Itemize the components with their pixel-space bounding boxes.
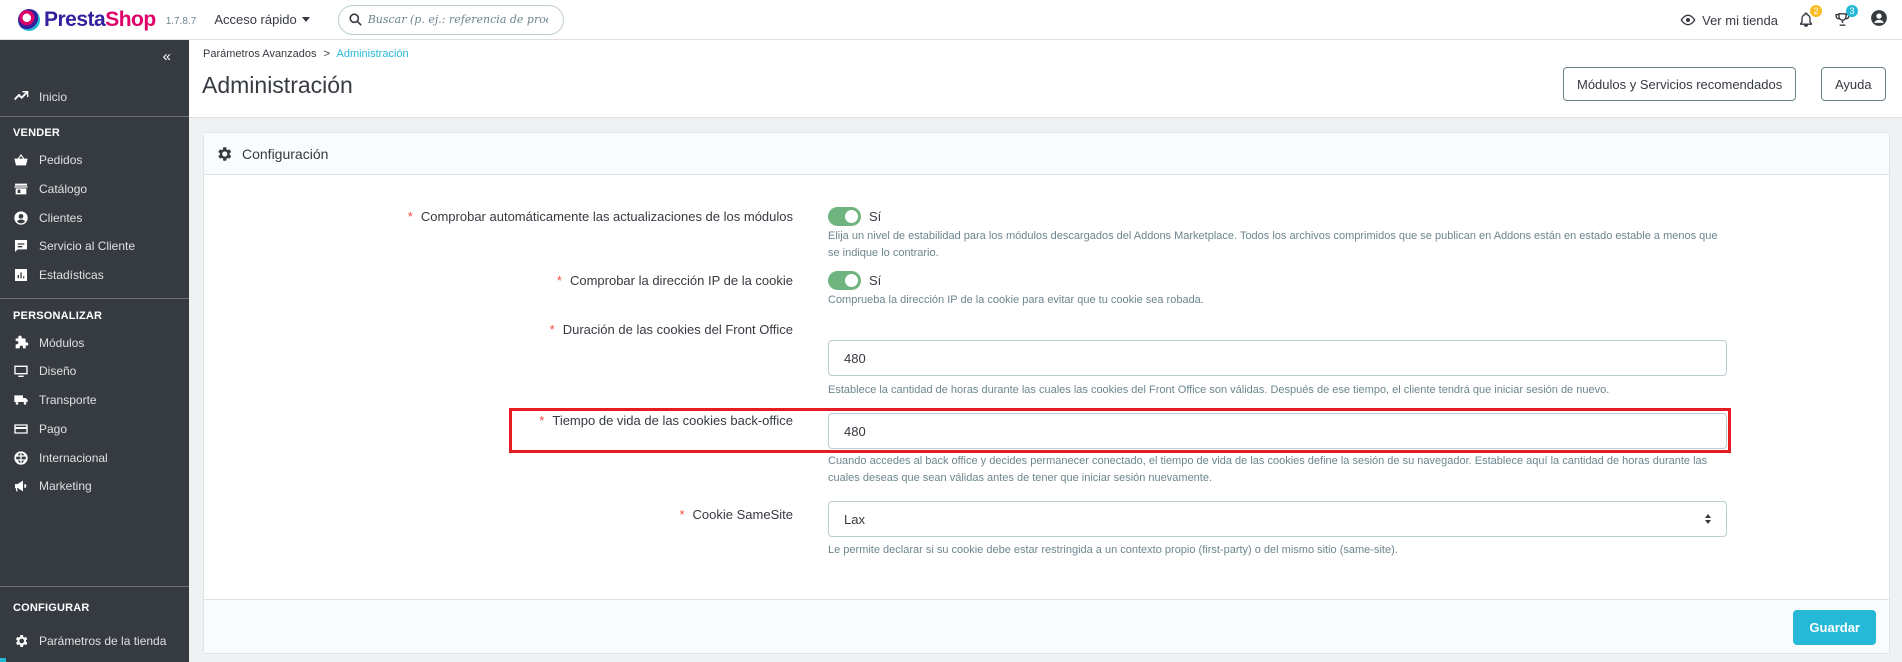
caret-down-icon	[301, 17, 310, 22]
save-button[interactable]: Guardar	[1793, 610, 1876, 645]
user-avatar-icon	[1871, 9, 1887, 26]
toggle-value: Sí	[869, 273, 882, 288]
front-cookie-lifetime-input[interactable]	[828, 340, 1727, 376]
sidebar-item-pago[interactable]: Pago	[13, 420, 67, 438]
breadcrumb-separator: >	[323, 48, 331, 60]
view-store-link[interactable]: Ver mi tienda	[1680, 13, 1778, 28]
toggle-value: Sí	[869, 209, 882, 224]
field-label-back-cookie-lifetime: * Tiempo de vida de las cookies back-offi…	[539, 413, 793, 428]
breadcrumb-parent[interactable]: Parámetros Avanzados	[203, 48, 317, 60]
notifications-badge: 2	[1810, 5, 1822, 17]
profile-button[interactable]	[1870, 9, 1888, 32]
back-cookie-lifetime-field	[828, 413, 1727, 449]
cookie-samesite-select[interactable]: Lax	[828, 501, 1727, 537]
sidebar-divider	[0, 298, 189, 299]
sidebar-section-personalizar: PERSONALIZAR	[13, 310, 103, 322]
search-icon	[349, 13, 362, 26]
sidebar-item-marketing[interactable]: Marketing	[13, 477, 92, 495]
sidebar-item-diseno[interactable]: Diseño	[13, 362, 76, 380]
help-text-check-cookie-ip: Comprueba la dirección IP de la cookie p…	[828, 294, 1204, 306]
prestashop-logo-icon	[18, 8, 40, 31]
sidebar-item-transporte[interactable]: Transporte	[13, 391, 97, 409]
select-value: Lax	[844, 511, 865, 527]
breadcrumb: Parámetros Avanzados > Administración	[203, 48, 409, 60]
help-button[interactable]: Ayuda	[1821, 67, 1886, 101]
notifications-button[interactable]: 2	[1798, 5, 1822, 29]
chat-icon	[15, 240, 27, 252]
truck-icon	[14, 395, 28, 405]
sidebar-section-vender: VENDER	[13, 127, 61, 139]
breadcrumb-current[interactable]: Administración	[336, 48, 408, 60]
toggle-switch[interactable]	[828, 207, 861, 226]
bar-chart-icon	[15, 269, 27, 281]
monitor-icon	[14, 365, 28, 377]
megaphone-icon	[15, 480, 27, 492]
sidebar-section-configurar: CONFIGURAR	[13, 602, 90, 614]
sidebar-item-estadisticas[interactable]: Estadísticas	[13, 266, 104, 284]
globe-icon	[14, 451, 28, 465]
gear-icon	[15, 635, 28, 647]
cookie-samesite-field: Lax	[828, 501, 1727, 537]
trophy-button[interactable]: 3	[1834, 5, 1858, 29]
toggle-switch[interactable]	[828, 271, 861, 290]
field-label-check-cookie-ip: * Comprobar la dirección IP de la cookie	[556, 273, 793, 288]
top-header: PrestaShop 1.7.8.7 Acceso rápido Ver mi …	[0, 0, 1902, 40]
logo-text-shop: Shop	[105, 7, 156, 31]
eye-icon	[1680, 14, 1696, 26]
puzzle-icon	[15, 335, 29, 349]
sidebar: « Inicio VENDER Pedidos Catálogo Cliente…	[0, 40, 189, 662]
sidebar-item-parametros-tienda[interactable]: Parámetros de la tienda	[13, 632, 166, 650]
help-text-check-modules: Elija un nivel de estabilidad para los m…	[828, 230, 1718, 259]
sidebar-item-clientes[interactable]: Clientes	[13, 209, 82, 227]
sidebar-divider	[0, 116, 189, 117]
trending-up-icon	[14, 91, 29, 101]
credit-card-icon	[14, 424, 28, 434]
card-title: Configuración	[242, 145, 329, 162]
required-asterisk: *	[407, 209, 413, 224]
front-cookie-lifetime-field	[828, 340, 1727, 376]
sidebar-item-modulos[interactable]: Módulos	[13, 334, 84, 352]
store-icon	[14, 183, 28, 195]
logo-text-presta: Presta	[44, 7, 106, 31]
toggle-check-modules[interactable]: Sí	[828, 207, 881, 226]
collapse-sidebar-icon[interactable]: «	[163, 48, 171, 65]
page-title: Administración	[202, 72, 353, 98]
page-toolbar: Parámetros Avanzados > Administración Ad…	[189, 40, 1902, 118]
search-input[interactable]	[367, 13, 548, 26]
field-label-cookie-samesite: * Cookie SameSite	[679, 507, 793, 522]
help-text-cookie-samesite: Le permite declarar si su cookie debe es…	[828, 544, 1398, 556]
required-asterisk: *	[549, 322, 555, 337]
active-indicator	[0, 658, 6, 662]
sidebar-item-pedidos[interactable]: Pedidos	[13, 151, 82, 169]
card-footer: Guardar	[204, 599, 1889, 653]
version-label: 1.7.8.7	[165, 16, 197, 27]
sidebar-item-inicio[interactable]: Inicio	[13, 88, 67, 106]
field-label-front-cookie-lifetime: * Duración de las cookies del Front Offic…	[549, 322, 793, 337]
gear-icon	[218, 146, 232, 161]
sidebar-item-servicio-cliente[interactable]: Servicio al Cliente	[13, 237, 135, 255]
back-cookie-lifetime-input[interactable]	[828, 413, 1727, 449]
required-asterisk: *	[539, 413, 545, 428]
basket-icon	[14, 154, 28, 166]
card-header: Configuración	[204, 133, 1889, 175]
account-circle-icon	[14, 211, 28, 225]
recommended-modules-button[interactable]: Módulos y Servicios recomendados	[1563, 67, 1797, 101]
quick-access-dropdown[interactable]: Acceso rápido	[214, 12, 310, 27]
sidebar-item-catalogo[interactable]: Catálogo	[13, 180, 87, 198]
sidebar-item-internacional[interactable]: Internacional	[13, 449, 108, 467]
view-store-label: Ver mi tienda	[1702, 12, 1778, 28]
configuration-card: Configuración * Comprobar automáticamente…	[203, 132, 1890, 654]
help-text-back-cookie-lifetime: Cuando accedes al back office y decides …	[828, 455, 1708, 484]
required-asterisk: *	[556, 273, 562, 288]
trophy-badge: 3	[1846, 5, 1858, 17]
field-label-check-modules: * Comprobar automáticamente las actualiza…	[407, 209, 793, 224]
help-text-front-cookie-lifetime: Establece la cantidad de horas durante l…	[828, 384, 1610, 396]
sidebar-divider	[0, 586, 189, 587]
toggle-check-cookie-ip[interactable]: Sí	[828, 271, 881, 290]
prestashop-logo[interactable]: PrestaShop 1.7.8.7	[18, 0, 196, 40]
required-asterisk: *	[679, 507, 685, 522]
select-arrows-icon	[1705, 514, 1711, 524]
search-box[interactable]	[337, 4, 564, 35]
quick-access-label: Acceso rápido	[214, 12, 297, 27]
